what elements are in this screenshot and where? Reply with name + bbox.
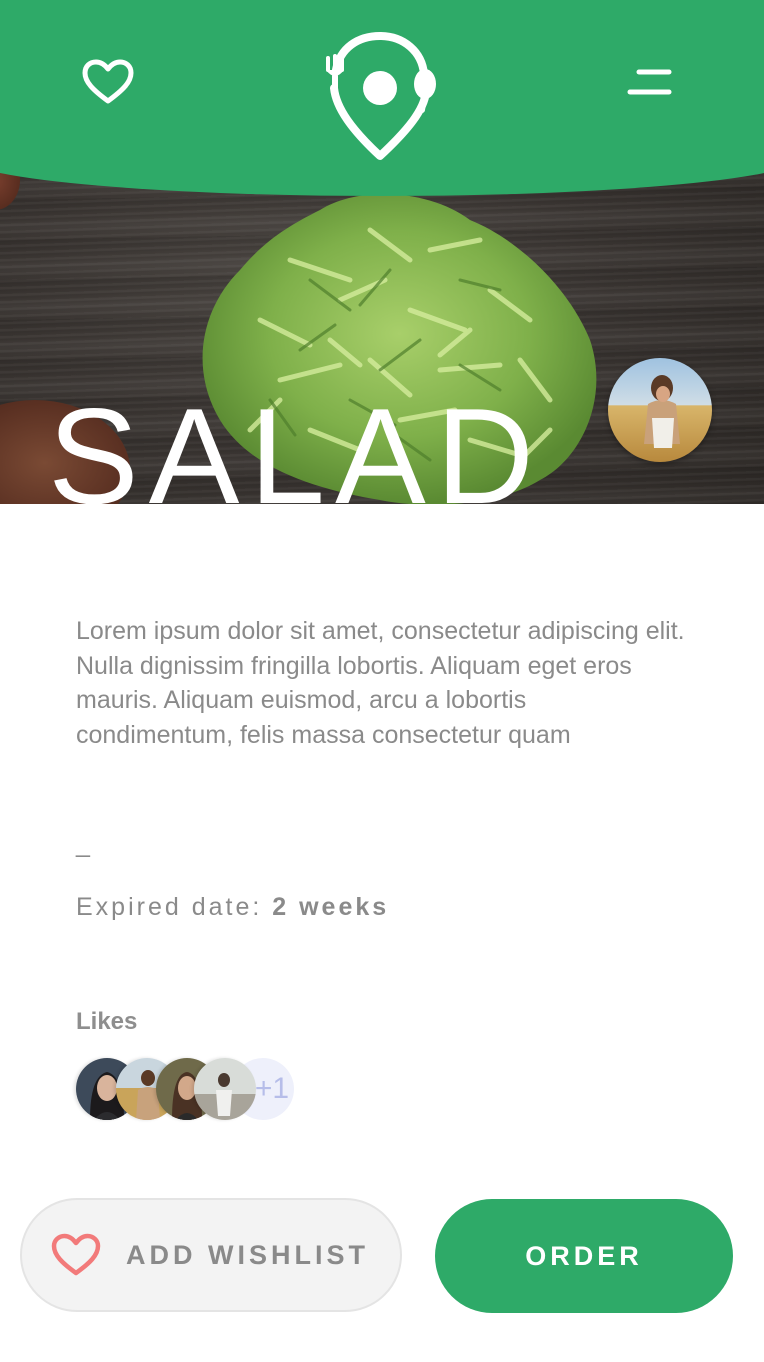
menu-button[interactable] <box>618 56 682 108</box>
user-avatar-icon <box>608 358 712 462</box>
heart-outline-icon <box>82 59 134 104</box>
page-title: SALAD <box>48 380 544 504</box>
order-button[interactable]: ORDER <box>435 1199 733 1313</box>
user-avatar-icon <box>194 1058 256 1120</box>
liker-avatar[interactable] <box>194 1058 256 1120</box>
author-avatar[interactable] <box>608 358 712 462</box>
hero-banner: SALAD <box>0 0 764 504</box>
heart-outline-icon <box>50 1233 102 1277</box>
expiry-label: Expired date: <box>76 893 273 921</box>
expiry-value: 2 weeks <box>272 893 390 921</box>
location-pin-fork-spoon-logo <box>326 31 436 160</box>
add-wishlist-label: ADD WISHLIST <box>126 1239 369 1270</box>
menu-icon <box>627 69 672 95</box>
add-wishlist-button[interactable]: ADD WISHLIST <box>20 1198 402 1312</box>
app-logo[interactable] <box>318 30 442 164</box>
expiry-info: Expired date: 2 weeks <box>76 893 389 922</box>
separator: _ <box>76 830 90 858</box>
product-description: Lorem ipsum dolor sit amet, consectetur … <box>76 617 685 749</box>
likes-heading: Likes <box>76 1008 138 1035</box>
favorites-button[interactable] <box>78 56 138 108</box>
likes-avatars: +1 <box>76 1058 316 1120</box>
